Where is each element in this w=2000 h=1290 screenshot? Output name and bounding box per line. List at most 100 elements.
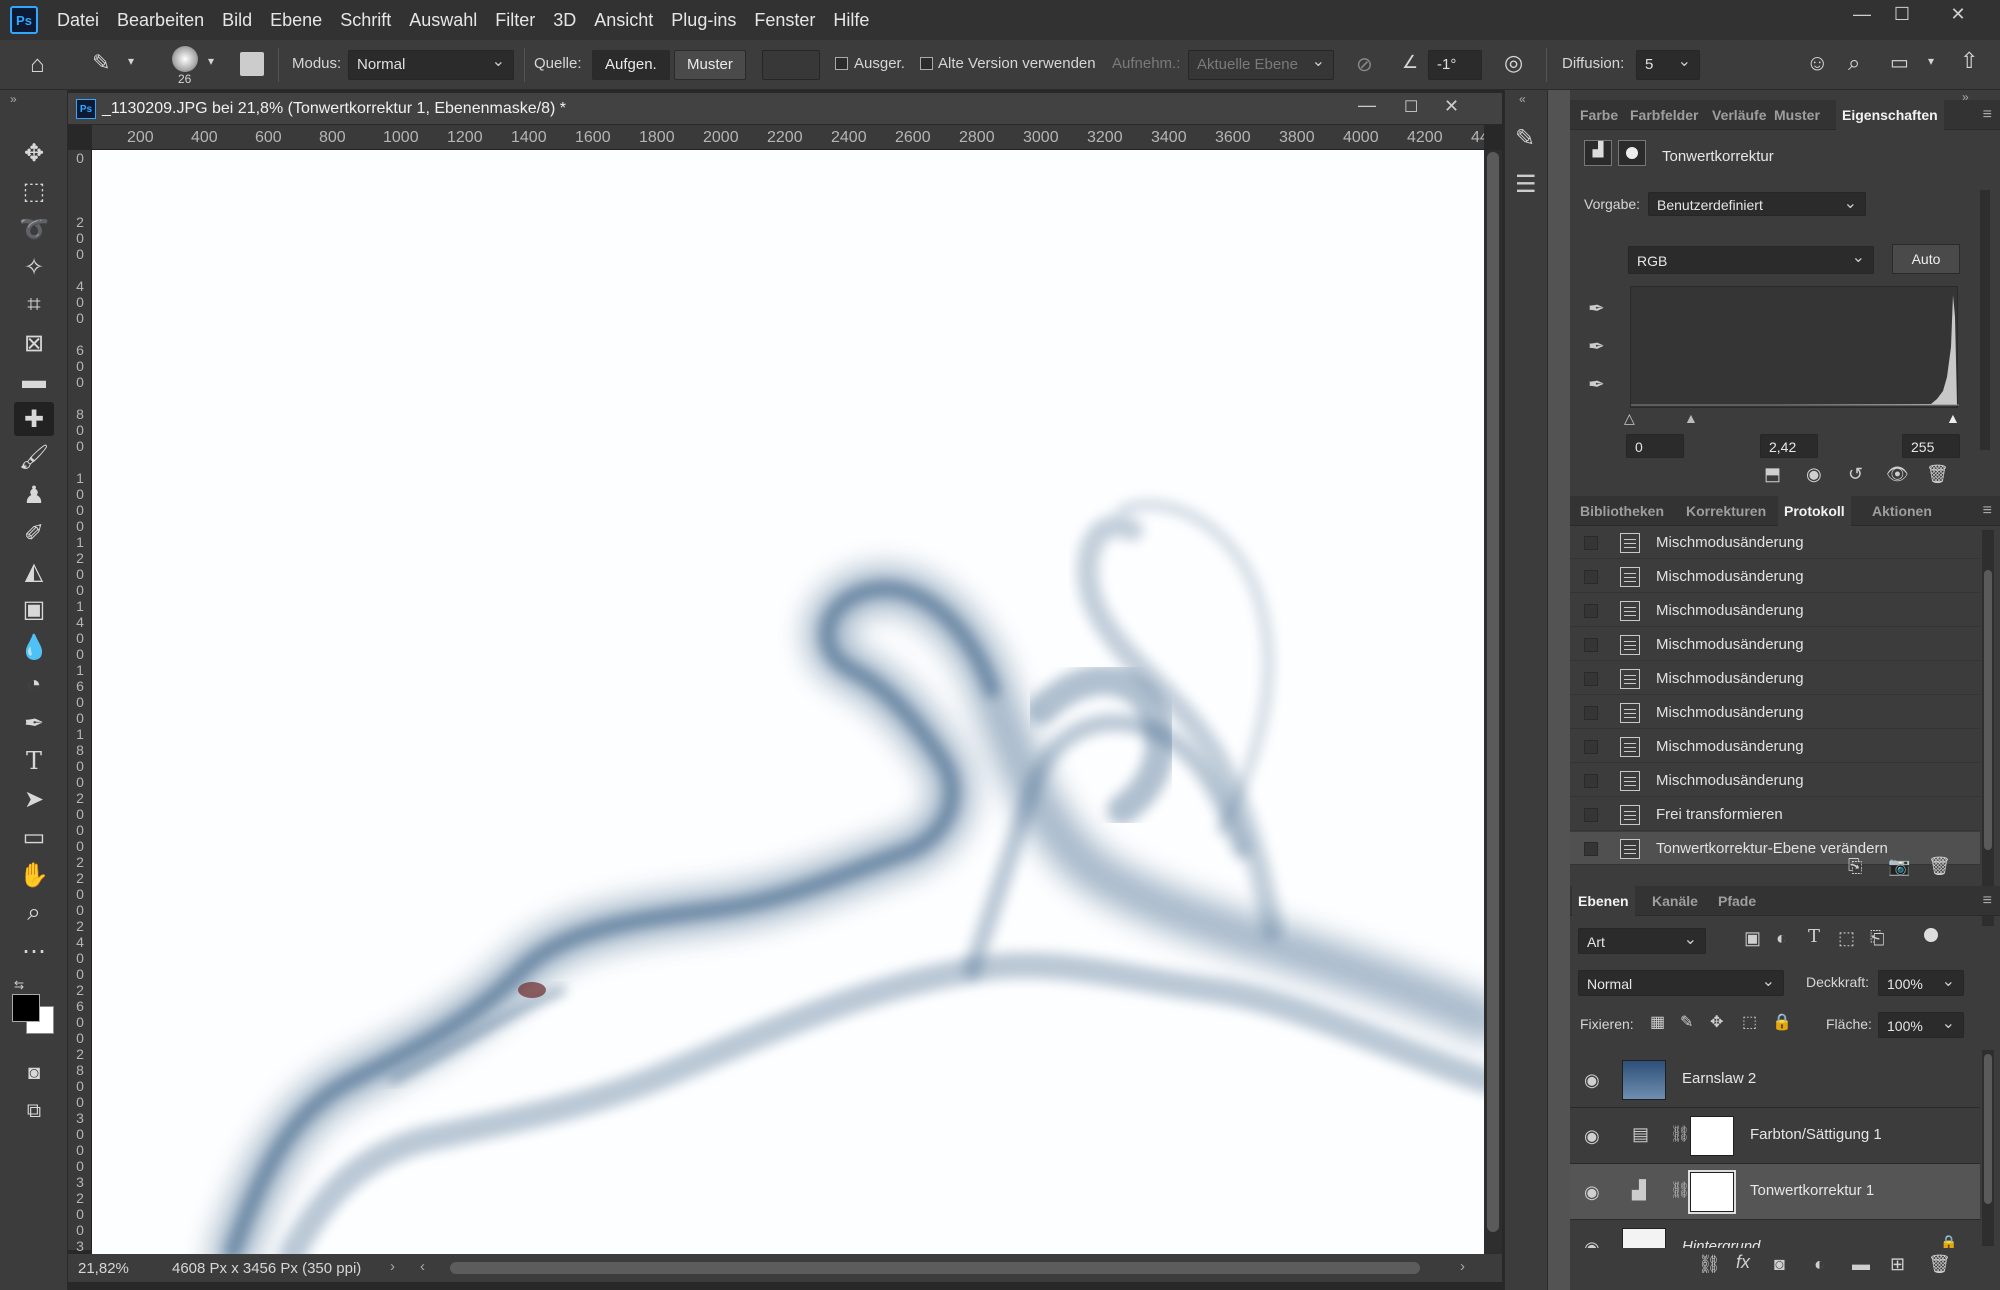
layers-scrollbar[interactable] <box>1982 1050 1994 1246</box>
layer-mask-thumbnail[interactable] <box>1690 1116 1734 1156</box>
chevron-left-icon[interactable]: ‹ <box>420 1258 425 1275</box>
tab-verlaeufe[interactable]: Verläufe <box>1712 107 1766 123</box>
modus-select[interactable]: Normal <box>348 50 514 80</box>
channel-select[interactable]: RGB <box>1628 246 1874 274</box>
ruler-tool-icon[interactable]: ▬ <box>14 364 54 398</box>
layer-filter-select[interactable]: Art <box>1578 928 1706 954</box>
zoom-tool-icon[interactable]: ⌕ <box>14 896 54 930</box>
link-icon[interactable]: ⛓ <box>1670 1180 1690 1200</box>
visibility-eye-icon[interactable]: ◉ <box>1584 1238 1600 1248</box>
filter-type-icon[interactable]: T <box>1808 926 1820 947</box>
move-tool-icon[interactable]: ✥ <box>14 136 54 170</box>
history-item[interactable]: Mischmodusänderung <box>1570 628 1980 661</box>
chevron-down-icon[interactable]: ▾ <box>1928 54 1934 68</box>
pressure-icon[interactable]: ◎ <box>1504 50 1523 76</box>
clip-to-layer-icon[interactable]: ⬒ <box>1764 464 1781 485</box>
new-layer-icon[interactable]: ⊞ <box>1890 1254 1905 1275</box>
link-layers-icon[interactable]: ⛓ <box>1698 1254 1721 1275</box>
layer-mask-thumbnail[interactable] <box>1688 1170 1736 1214</box>
panel-menu-icon[interactable]: ≡ <box>1983 106 1992 124</box>
menu-auswahl[interactable]: Auswahl <box>400 0 486 40</box>
collapse-icon[interactable]: » <box>10 92 17 106</box>
vorgabe-select[interactable]: Benutzerdefiniert <box>1648 192 1866 216</box>
pen-tool-icon[interactable]: ✒ <box>14 706 54 740</box>
white-eyedropper-icon[interactable]: ✒ <box>1588 372 1605 397</box>
tab-ebenen[interactable]: Ebenen <box>1572 886 1635 916</box>
tab-farbfelder[interactable]: Farbfelder <box>1630 107 1698 123</box>
panel-menu-icon[interactable]: ≡ <box>1983 502 1992 520</box>
input-white[interactable]: 255 <box>1902 434 1960 458</box>
lock-artboard-icon[interactable]: ⬚ <box>1742 1012 1757 1032</box>
new-document-from-state-icon[interactable]: ⎘ <box>1848 856 1862 877</box>
filter-shape-icon[interactable]: ⬚ <box>1838 928 1855 949</box>
type-tool-icon[interactable]: T <box>14 744 54 778</box>
input-gamma[interactable]: 2,42 <box>1760 434 1818 458</box>
menu-filter[interactable]: Filter <box>486 0 544 40</box>
sample-select[interactable]: Aktuelle Ebene <box>1188 50 1334 80</box>
properties-scrollbar[interactable] <box>1980 190 1990 450</box>
diffusion-select[interactable]: 5 <box>1636 50 1700 80</box>
history-item[interactable]: Mischmodusänderung <box>1570 594 1980 627</box>
menu-schrift[interactable]: Schrift <box>331 0 400 40</box>
visibility-eye-icon[interactable]: ◉ <box>1584 1070 1600 1091</box>
blur-tool-icon[interactable]: 💧 <box>14 630 54 664</box>
tab-farbe[interactable]: Farbe <box>1580 107 1618 123</box>
collapse-icon[interactable]: « <box>1519 92 1526 106</box>
muster-button[interactable]: Muster <box>674 50 746 80</box>
white-point-slider[interactable]: ▲ <box>1946 410 1960 426</box>
chevron-down-icon[interactable]: ▾ <box>208 54 214 68</box>
history-brush-tool-icon[interactable]: ✐ <box>14 516 54 550</box>
lasso-tool-icon[interactable]: ➰ <box>14 212 54 246</box>
fx-icon[interactable]: fx <box>1736 1252 1750 1273</box>
history-item[interactable]: Mischmodusänderung <box>1570 560 1980 593</box>
history-item-selected[interactable]: Tonwertkorrektur-Ebene verändern <box>1570 832 1980 865</box>
doc-maximize-icon[interactable]: ☐ <box>1404 97 1418 117</box>
canvas-scrollbar-horizontal[interactable] <box>450 1262 1420 1274</box>
lock-position-icon[interactable]: ✥ <box>1710 1012 1723 1032</box>
menu-fenster[interactable]: Fenster <box>745 0 824 40</box>
tab-bibliotheken[interactable]: Bibliotheken <box>1580 503 1664 519</box>
ignore-adjustment-icon[interactable]: ⊘ <box>1356 52 1373 77</box>
menu-ansicht[interactable]: Ansicht <box>585 0 662 40</box>
search-icon[interactable]: ⌕ <box>1848 50 1860 76</box>
canvas-scrollbar-vertical[interactable] <box>1484 150 1502 1254</box>
menu-datei[interactable]: Datei <box>48 0 108 40</box>
alte-version-checkbox[interactable] <box>920 57 933 70</box>
history-item[interactable]: Mischmodusänderung <box>1570 662 1980 695</box>
history-item[interactable]: Mischmodusänderung <box>1570 696 1980 729</box>
gray-eyedropper-icon[interactable]: ✒ <box>1588 334 1605 359</box>
auto-button[interactable]: Auto <box>1892 244 1960 274</box>
hand-tool-icon[interactable]: ✋ <box>14 858 54 892</box>
share-icon[interactable]: ⇧ <box>1960 48 1978 74</box>
crop-tool-icon[interactable]: ⌗ <box>14 288 54 322</box>
image-canvas[interactable] <box>92 150 1484 1254</box>
magic-wand-tool-icon[interactable]: ✧ <box>14 250 54 284</box>
brush-preview-icon[interactable] <box>172 46 198 72</box>
angle-input[interactable]: -1° <box>1428 50 1482 80</box>
marquee-tool-icon[interactable]: ⬚ <box>14 174 54 208</box>
filter-pixel-icon[interactable]: ▣ <box>1744 928 1761 949</box>
delete-icon[interactable]: 🗑 <box>1928 1254 1951 1275</box>
layer-row[interactable]: ◉ ▤ ⛓ Farbton/Sättigung 1 <box>1570 1108 1980 1164</box>
layer-row[interactable]: ◉ Hintergrund 🔒 <box>1570 1220 1980 1248</box>
rectangle-tool-icon[interactable]: ▭ <box>14 820 54 854</box>
lock-image-icon[interactable]: ✎ <box>1680 1012 1693 1032</box>
history-item[interactable]: Mischmodusänderung <box>1570 730 1980 763</box>
chevron-right-icon[interactable]: › <box>1460 1258 1465 1275</box>
zoom-level[interactable]: 21,82% <box>78 1260 129 1277</box>
mask-icon[interactable] <box>1618 140 1646 166</box>
brush-settings-panel-icon[interactable]: ✎ <box>1515 124 1535 153</box>
gamma-slider[interactable]: ▲ <box>1684 410 1698 426</box>
input-black[interactable]: 0 <box>1626 434 1684 458</box>
workspace-icon[interactable]: ▭ <box>1890 50 1909 75</box>
delete-icon[interactable]: 🗑 <box>1928 856 1951 877</box>
ruler-vertical[interactable]: 0 2 0 0 4 0 0 6 0 0 8 0 0 1 0 0 01 2 0 01 4 0… <box>68 150 92 1254</box>
menu-hilfe[interactable]: Hilfe <box>824 0 878 40</box>
ruler-horizontal[interactable]: 200 400 600 800 1000 1200 1400 1600 1800 2000 2200… <box>92 125 1484 150</box>
document-tab[interactable]: Ps _1130209.JPG bei 21,8% (Tonwertkorrek… <box>68 93 1502 125</box>
new-adjustment-icon[interactable]: ◐ <box>1814 1254 1825 1275</box>
filter-smart-object-icon[interactable]: ⎗ <box>1870 928 1884 949</box>
more-tools-icon[interactable]: ⋯ <box>14 934 54 968</box>
menu-3d[interactable]: 3D <box>544 0 585 40</box>
menu-plugins[interactable]: Plug-ins <box>662 0 745 40</box>
